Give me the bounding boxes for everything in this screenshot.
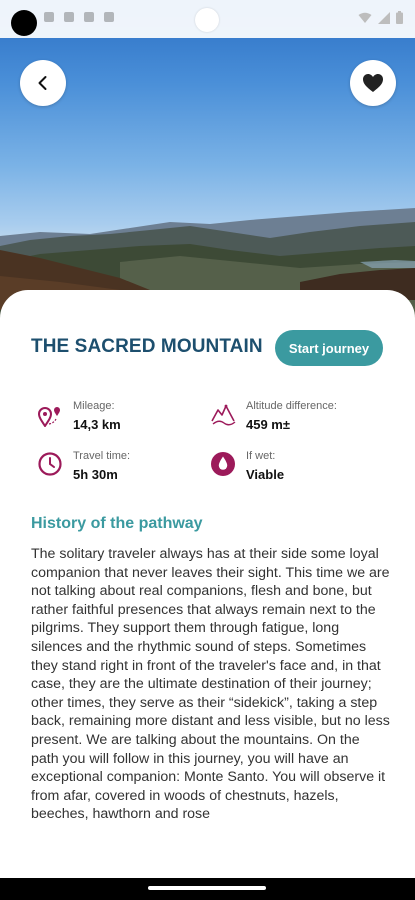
route-detail-card: THE SACRED MOUNTAIN Start journey Mileag… [0,290,415,900]
route-title: THE SACRED MOUNTAIN [31,336,263,357]
notification-icon [44,12,54,22]
history-title: History of the pathway [31,515,203,532]
stat-value: Viable [246,467,285,482]
history-body: The solitary traveler always has at thei… [31,546,390,823]
stat-label: Mileage: [73,400,115,412]
camera-cutout [11,10,37,36]
route-detail-screen: THE SACRED MOUNTAIN Start journey Mileag… [0,0,415,900]
clock-icon [38,452,62,476]
stat-label: If wet: [246,450,276,462]
mountain-landscape [0,208,415,330]
wifi-icon [358,12,372,23]
stat-value: 459 m± [246,417,290,432]
stat-value: 5h 30m [73,467,118,482]
status-bar [0,0,415,38]
stat-value: 14,3 km [73,417,121,432]
status-center-dot [195,8,219,32]
map-pins-icon [37,407,60,427]
chevron-left-icon [38,76,47,90]
heart-icon [363,74,383,92]
stat-label: Travel time: [73,450,131,462]
start-journey-button[interactable]: Start journey [275,330,383,366]
back-button[interactable] [20,60,66,106]
notification-icon [84,12,94,22]
water-drop-icon [211,452,235,476]
battery-icon [396,11,403,24]
altitude-icon [211,404,236,426]
notification-icon [64,12,74,22]
home-indicator[interactable] [148,886,266,890]
system-icons [358,11,403,24]
notification-icon [104,12,114,22]
signal-icon [378,11,390,24]
navigation-bar [0,878,415,900]
stat-label: Altitude difference: [246,400,337,412]
hero-image [0,0,415,330]
favorite-button[interactable] [350,60,396,106]
notification-icons [44,12,114,22]
